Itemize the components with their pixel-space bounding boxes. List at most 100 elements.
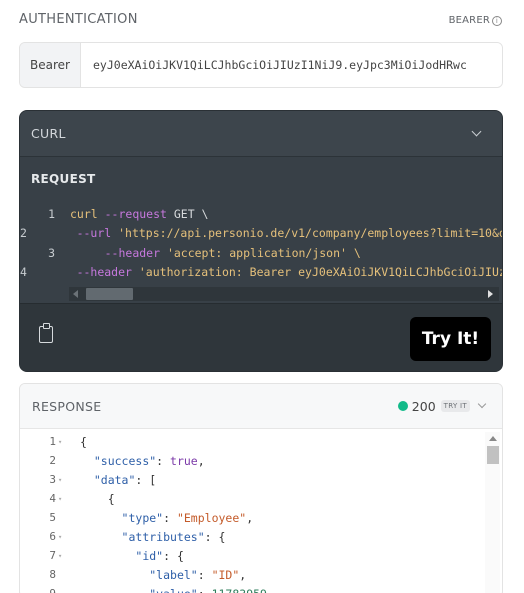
json-number: 11783959 [212,587,267,593]
code-text: --header 'accept: application/json' \ [55,246,361,260]
line-number: 4 [20,265,27,280]
bearer-token-input[interactable]: eyJ0eXAiOiJKV1QiLCJhbGciOiJIUzI1NiJ9.eyJ… [81,43,502,87]
copy-clipboard-icon[interactable] [39,323,53,343]
auth-token-field: Bearer eyJ0eXAiOiJKV1QiLCJhbGciOiJIUzI1N… [19,42,503,88]
json-key: "id" [135,548,164,563]
json-punct: { [80,491,115,506]
line-number: 3 [49,473,56,486]
chevron-down-icon[interactable] [471,126,482,137]
code-argument: 'authorization: Bearer eyJ0eXAiOiJKV1QiL… [138,265,502,280]
response-panel: RESPONSE 200 TRY IT 1 ▾{2 "success": true… [19,383,503,593]
line-number: 9 [20,587,56,593]
line-number: 3 [48,245,55,260]
line-number: 6 [49,530,56,543]
json-text: "value": 11783959 [68,587,267,593]
vertical-scrollbar[interactable] [485,432,500,593]
json-key: "value" [149,587,197,593]
json-string: "ID" [211,567,240,582]
json-text: "data": [ [68,473,156,487]
scrollbar-thumb[interactable] [86,288,133,300]
try-it-button[interactable]: Try It! [410,317,491,361]
json-punct: , [239,567,247,582]
auth-type-text: BEARER [448,15,490,26]
language-label: CURL [31,126,66,141]
json-line: 7 ▾ "id": { [20,546,485,565]
json-key: "success" [93,453,157,468]
line-number: 7 [49,549,56,562]
json-punct: : [156,453,171,468]
code-flag: --url [76,226,112,241]
authentication-heading: AUTHENTICATION [19,12,138,27]
json-punct: : [163,510,177,525]
line-number: 1 [49,435,56,448]
json-punct [80,587,149,593]
json-line: 8 "label": "ID", [20,565,485,584]
json-boolean: true [170,453,198,468]
fold-toggle-icon[interactable]: ▾ [56,533,68,541]
language-selector[interactable]: CURL [20,111,502,157]
json-line: 1 ▾ { [20,432,485,451]
code-line: 1 curl --request GET \ [20,204,502,224]
line-number: 4 [49,492,56,505]
json-text: "label": "ID", [68,568,246,582]
fold-toggle-icon[interactable]: ▾ [56,552,68,560]
json-key: "attributes" [121,529,205,544]
json-line: 6 ▾ "attributes": { [20,527,485,546]
json-text: "type": "Employee", [68,510,254,525]
status-code: 200 [411,398,436,414]
code-line: 2 --url 'https://api.personio.de/v1/comp… [20,224,503,244]
code-command: curl [70,206,105,221]
fold-toggle-icon[interactable]: ▾ [56,495,68,503]
json-punct [80,454,94,468]
json-punct [80,530,122,544]
json-text: "attributes": { [68,529,226,544]
status-badge: TRY IT [440,400,470,412]
code-argument: 'https://api.personio.de/v1/company/empl… [118,226,503,241]
json-string: "Employee" [176,510,247,525]
code-text: --url 'https://api.personio.de/v1/compan… [27,226,503,241]
json-text: "id": { [68,548,183,563]
code-argument: 'accept: application/json' \ [160,245,361,260]
request-section-label: REQUEST [31,172,96,186]
code-text: --header 'authorization: Bearer eyJ0eXAi… [27,265,502,280]
json-line: 9 "value": 11783959 [20,584,485,593]
info-icon[interactable]: i [492,15,502,26]
scroll-left-icon[interactable] [73,290,78,298]
code-text: curl --request GET \ [55,207,208,221]
code-flag: --request [104,206,167,221]
json-key: "label" [149,567,198,582]
scroll-up-icon[interactable] [488,436,497,441]
response-status-selector[interactable]: 200 TRY IT [397,398,487,414]
json-text: { [68,492,115,506]
fold-toggle-icon[interactable]: ▾ [56,438,68,446]
code-flag: --header [76,265,132,280]
fold-toggle-icon[interactable]: ▾ [56,476,68,484]
horizontal-scrollbar[interactable] [69,287,499,301]
request-action-bar: Try It! [20,303,502,371]
chevron-down-icon[interactable] [477,399,487,409]
json-punct [80,473,94,487]
code-flag: --header [104,245,161,260]
json-punct: : { [204,529,226,544]
json-line: 4 ▾ { [20,489,485,508]
line-number: 1 [48,206,55,221]
line-number: 5 [49,511,56,524]
code-line: 3 --header 'accept: application/json' \ [20,243,502,263]
json-line: 3 ▾ "data": [ [20,470,485,489]
request-panel: CURL REQUEST 1 curl --request GET \ 2 --ur… [19,110,503,372]
scrollbar-thumb[interactable] [486,446,499,464]
code-argument: GET \ [166,206,209,221]
json-text: { [68,435,87,449]
json-punct [80,511,122,525]
json-punct: : [ [135,472,157,487]
response-section-label: RESPONSE [32,398,102,414]
json-punct: , [246,510,254,525]
json-punct: : [198,587,212,593]
scroll-right-icon[interactable] [488,290,493,298]
json-punct [80,568,149,582]
auth-type-label[interactable]: BEARER i [449,15,502,26]
request-code-block: 1 curl --request GET \ 2 --url 'https://ap… [20,204,503,300]
